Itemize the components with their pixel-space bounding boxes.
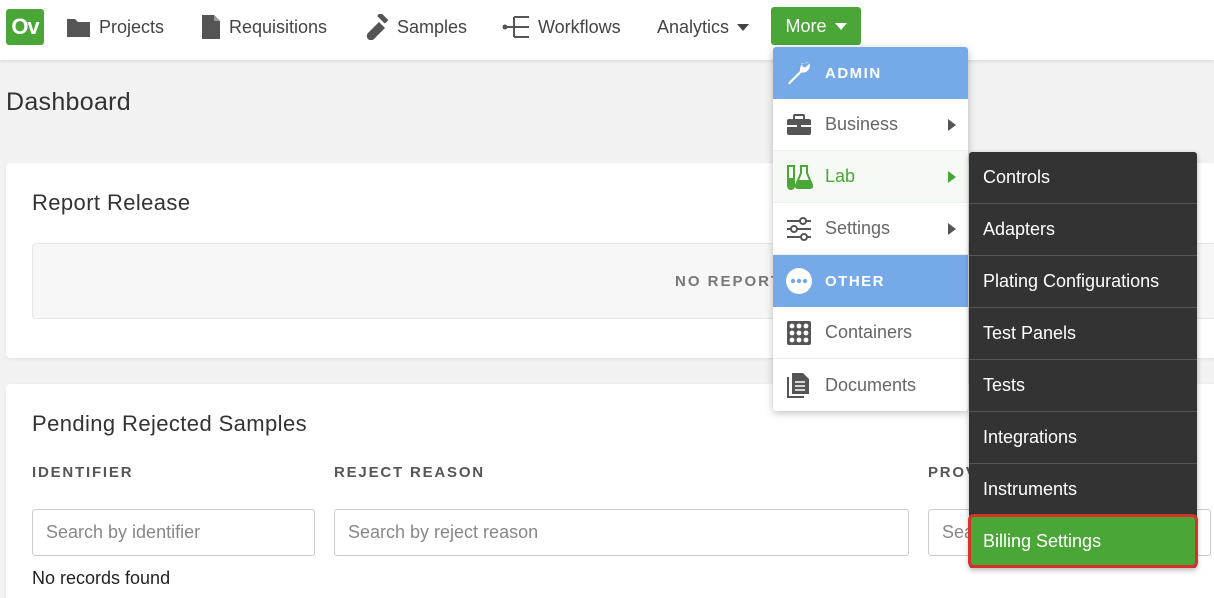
nav-analytics[interactable]: Analytics <box>657 0 750 54</box>
nav-samples[interactable]: Samples <box>363 0 467 54</box>
identifier-search-input[interactable] <box>32 509 315 556</box>
folder-icon <box>67 19 90 37</box>
more-dropdown-menu: ADMIN Business Lab Settings OTHER Contai… <box>773 47 968 411</box>
workflow-icon <box>502 16 529 38</box>
chevron-right-icon <box>948 119 956 131</box>
submenu-item-integrations[interactable]: Integrations <box>969 412 1197 464</box>
submenu-item-billing-settings[interactable]: Billing Settings <box>968 514 1198 568</box>
page-title: Dashboard <box>6 88 132 116</box>
submenu-item-controls[interactable]: Controls <box>969 152 1197 204</box>
chevron-right-icon <box>948 223 956 235</box>
grid-icon <box>773 307 825 359</box>
menu-section-other: OTHER <box>773 255 968 307</box>
column-header-identifier[interactable]: IDENTIFIER <box>32 464 133 481</box>
submenu-item-plating-configurations[interactable]: Plating Configurations <box>969 256 1197 308</box>
nav-projects[interactable]: Projects <box>66 0 164 54</box>
chevron-right-icon <box>948 171 956 183</box>
menu-item-business[interactable]: Business <box>773 99 968 151</box>
report-release-title: Report Release <box>32 190 191 215</box>
submenu-item-tests[interactable]: Tests <box>969 360 1197 412</box>
menu-item-containers[interactable]: Containers <box>773 307 968 359</box>
sliders-icon <box>773 203 825 255</box>
reject-reason-search-input[interactable] <box>334 509 909 556</box>
chevron-down-icon <box>834 22 847 30</box>
report-empty-text: NO REPORT <box>675 273 783 290</box>
submenu-item-adapters[interactable]: Adapters <box>969 204 1197 256</box>
nav-projects-label: Projects <box>99 16 165 37</box>
lab-submenu: Controls Adapters Plating Configurations… <box>968 152 1198 568</box>
nav-requisitions-label: Requisitions <box>229 16 328 37</box>
flask-icon <box>773 151 825 203</box>
no-records-text: No records found <box>32 568 171 588</box>
documents-icon <box>773 359 825 411</box>
chevron-down-icon <box>737 23 750 31</box>
menu-other-label: OTHER <box>825 272 885 290</box>
menu-admin-label: ADMIN <box>825 64 882 82</box>
more-menu-label: More <box>785 15 827 36</box>
menu-containers-label: Containers <box>825 322 913 342</box>
submenu-item-test-panels[interactable]: Test Panels <box>969 308 1197 360</box>
nav-requisitions[interactable]: Requisitions <box>201 0 327 54</box>
menu-settings-label: Settings <box>825 218 891 238</box>
nav-workflows-label: Workflows <box>538 16 621 37</box>
column-header-reject-reason[interactable]: REJECT REASON <box>334 464 485 481</box>
top-navbar: Ov Projects Requisitions Samples Workflo… <box>0 0 1214 60</box>
pending-rejected-title: Pending Rejected Samples <box>32 411 307 436</box>
ellipsis-circle-icon <box>773 255 825 307</box>
menu-item-settings[interactable]: Settings <box>773 203 968 255</box>
menu-item-lab[interactable]: Lab <box>773 151 968 203</box>
briefcase-icon <box>773 99 825 151</box>
more-menu-button[interactable]: More <box>771 7 861 45</box>
nav-samples-label: Samples <box>397 16 468 37</box>
document-icon <box>202 15 220 39</box>
wrench-icon <box>773 47 825 99</box>
menu-section-admin: ADMIN <box>773 47 968 99</box>
nav-analytics-label: Analytics <box>657 16 730 37</box>
app-logo[interactable]: Ov <box>6 9 44 45</box>
menu-business-label: Business <box>825 114 899 134</box>
test-tube-icon <box>366 14 388 40</box>
menu-lab-label: Lab <box>825 166 856 186</box>
menu-item-documents[interactable]: Documents <box>773 359 968 411</box>
nav-workflows[interactable]: Workflows <box>502 0 621 54</box>
submenu-item-instruments[interactable]: Instruments <box>969 464 1197 516</box>
menu-documents-label: Documents <box>825 374 917 395</box>
